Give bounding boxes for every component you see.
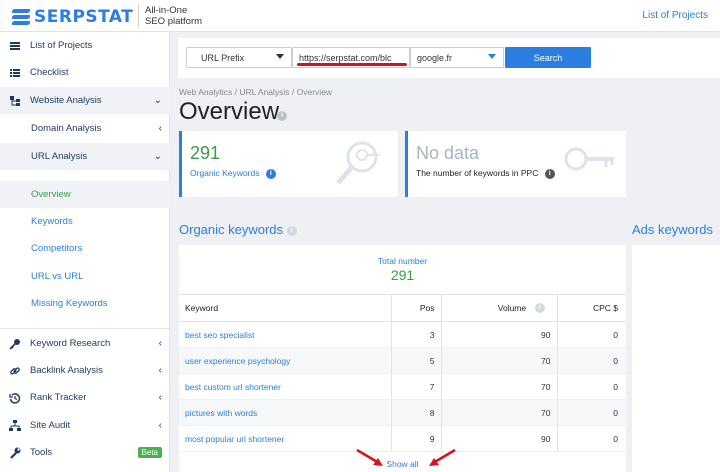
- keyword-link[interactable]: best custom url shortener: [179, 373, 392, 400]
- magnifier-key-icon: [336, 141, 380, 185]
- cpc-cell: 0: [557, 321, 626, 348]
- tagline: All-in-One SEO platform: [145, 5, 203, 27]
- sidebar-item-missing-keywords[interactable]: Missing Keywords: [0, 290, 170, 317]
- keyword-link[interactable]: pictures with words: [179, 399, 392, 426]
- table-row: best custom url shortener 7 70 0: [179, 373, 626, 400]
- link-icon: [9, 365, 21, 377]
- keyword-link[interactable]: user experience psychology: [179, 347, 392, 374]
- header-divider: [138, 5, 139, 27]
- info-icon[interactable]: i: [277, 111, 287, 121]
- network-icon: [9, 419, 21, 432]
- sidebar-item-domain-analysis[interactable]: Domain Analysis ‹: [0, 115, 170, 142]
- card-label: The number of keywords in PPC i: [416, 168, 555, 179]
- caret-down-icon: [488, 54, 496, 59]
- column-keyword[interactable]: Keyword: [179, 294, 392, 322]
- sidebar-item-url-vs-url[interactable]: URL vs URL: [0, 263, 170, 290]
- wrench-icon: [9, 447, 21, 459]
- sitemap-icon: [9, 95, 21, 107]
- chevron-left-icon: ‹: [158, 365, 162, 376]
- page-title: Overview: [179, 98, 280, 125]
- sidebar-item-list-of-projects[interactable]: List of Projects: [0, 32, 170, 59]
- info-icon[interactable]: i: [534, 303, 545, 314]
- red-arrows-annotation: [356, 448, 456, 466]
- sidebar-item-site-audit[interactable]: Site Audit ‹: [0, 412, 170, 439]
- organic-keywords-title: Organic keywords i: [179, 222, 297, 237]
- ads-keywords-panel: [632, 245, 720, 472]
- info-icon[interactable]: i: [265, 168, 276, 179]
- column-volume[interactable]: Volume i: [441, 294, 558, 322]
- card-value: 291: [190, 143, 221, 163]
- sidebar-item-keywords[interactable]: Keywords: [0, 208, 170, 235]
- cpc-cell: 0: [557, 425, 626, 452]
- sidebar-item-website-analysis[interactable]: Website Analysis ⌄: [0, 87, 170, 114]
- sidebar-divider: [0, 328, 170, 329]
- volume-cell: 70: [441, 373, 558, 400]
- info-icon[interactable]: i: [286, 225, 297, 236]
- sidebar-item-overview[interactable]: Overview: [0, 181, 170, 208]
- sidebar-item-tools[interactable]: Tools Beta: [0, 439, 170, 466]
- cpc-cell: 0: [557, 373, 626, 400]
- sidebar-item-rank-tracker[interactable]: Rank Tracker ‹: [0, 384, 170, 411]
- top-header: SERPSTAT All-in-One SEO platform List of…: [0, 0, 720, 32]
- logo-icon: [11, 9, 31, 25]
- history-icon: [9, 392, 21, 404]
- database-select[interactable]: google.fr: [410, 47, 504, 68]
- sidebar-item-backlink-analysis[interactable]: Backlink Analysis ‹: [0, 357, 170, 384]
- chevron-left-icon: ‹: [158, 338, 162, 349]
- search-button[interactable]: Search: [505, 47, 591, 68]
- chevron-left-icon: ‹: [158, 420, 162, 431]
- serpstat-logo[interactable]: SERPSTAT: [11, 7, 134, 27]
- cpc-cell: 0: [557, 347, 626, 374]
- ads-keywords-title: Ads keywords: [632, 222, 713, 237]
- chevron-down-icon: ⌄: [153, 95, 162, 106]
- pos-cell: 5: [391, 347, 442, 374]
- volume-cell: 90: [441, 321, 558, 348]
- key-illustration-icon: [564, 147, 614, 171]
- card-value: No data: [416, 143, 480, 163]
- ppc-keywords-card: No data The number of keywords in PPC i: [405, 131, 626, 197]
- organic-keywords-panel: Total number 291 Keyword Pos Volume i CP…: [179, 245, 626, 472]
- key-icon: [9, 338, 21, 350]
- sidebar-item-keyword-research[interactable]: Keyword Research ‹: [0, 330, 170, 357]
- chevron-left-icon: ‹: [158, 392, 162, 403]
- table-row: pictures with words 8 70 0: [179, 399, 626, 426]
- beta-badge: Beta: [137, 447, 162, 458]
- caret-down-icon: [276, 54, 284, 59]
- column-pos[interactable]: Pos: [391, 294, 442, 322]
- sidebar: List of Projects Checklist Website Analy…: [0, 32, 170, 472]
- breadcrumb: Web Analytics / URL Analysis / Overview: [179, 87, 333, 97]
- column-cpc[interactable]: CPC $: [557, 294, 626, 322]
- organic-keywords-card: 291 Organic Keywords i: [179, 131, 398, 197]
- sidebar-item-competitors[interactable]: Competitors: [0, 235, 170, 262]
- header-list-of-projects-link[interactable]: List of Projects: [642, 10, 708, 21]
- pos-cell: 3: [391, 321, 442, 348]
- volume-cell: 70: [441, 347, 558, 374]
- volume-cell: 70: [441, 399, 558, 426]
- brand-name: SERPSTAT: [34, 7, 134, 27]
- list-icon: [9, 67, 21, 79]
- cpc-cell: 0: [557, 399, 626, 426]
- total-number-label: Total number: [377, 256, 428, 266]
- pos-cell: 8: [391, 399, 442, 426]
- chevron-left-icon: ‹: [158, 123, 162, 134]
- pos-cell: 7: [391, 373, 442, 400]
- sidebar-item-checklist[interactable]: Checklist: [0, 59, 170, 86]
- search-bar: URL Prefix https://serpstat.com/blc goog…: [178, 38, 720, 78]
- table-row: user experience psychology 5 70 0: [179, 347, 626, 374]
- red-underline-annotation: [297, 63, 407, 66]
- keywords-table: Keyword Pos Volume i CPC $ best seo spec…: [179, 294, 626, 452]
- menu-icon: [9, 40, 21, 52]
- search-mode-select[interactable]: URL Prefix: [186, 47, 292, 68]
- info-icon[interactable]: i: [544, 168, 555, 179]
- table-header-row: Keyword Pos Volume i CPC $: [179, 294, 626, 322]
- chevron-down-icon: ⌄: [153, 151, 162, 162]
- sidebar-item-url-analysis[interactable]: URL Analysis ⌄: [0, 143, 170, 170]
- table-row: best seo specialist 3 90 0: [179, 321, 626, 348]
- keyword-link[interactable]: best seo specialist: [179, 321, 392, 348]
- total-number-value: 291: [390, 267, 415, 283]
- card-label: Organic Keywords i: [190, 168, 276, 179]
